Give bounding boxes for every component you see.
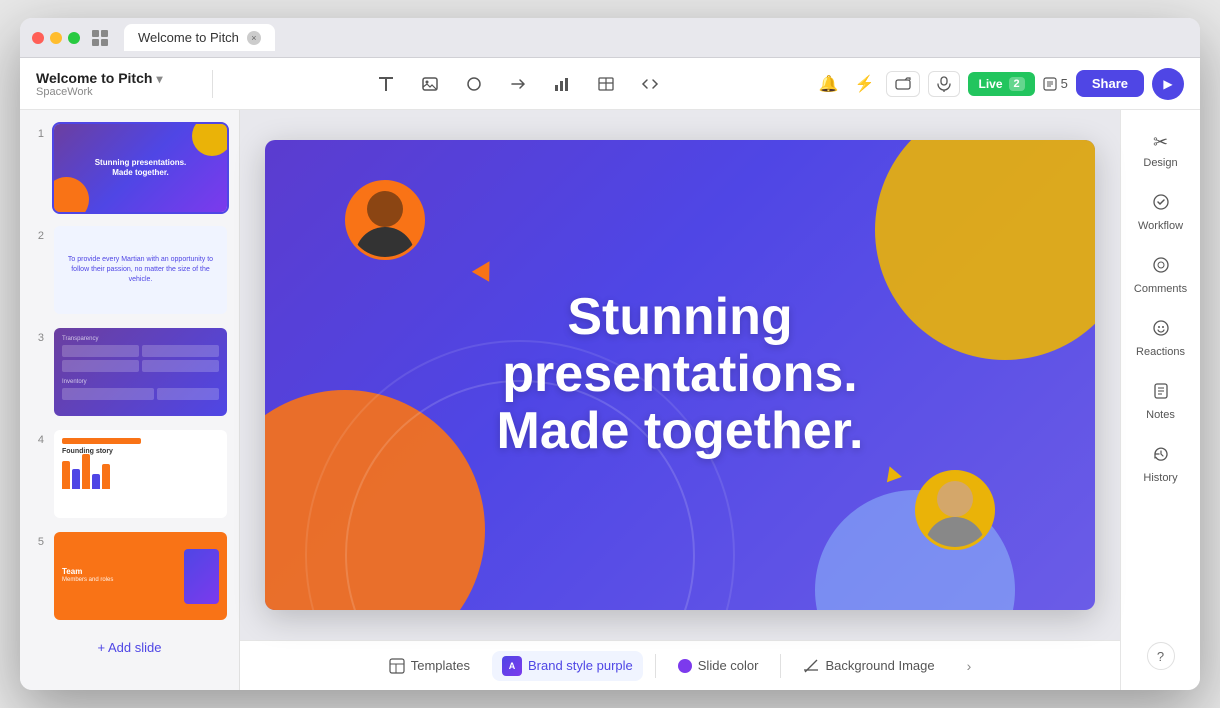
history-panel-button[interactable]: History (1127, 435, 1195, 494)
workflow-icon (1152, 193, 1170, 216)
app-window: Welcome to Pitch × Welcome to Pitch Spac… (20, 18, 1200, 690)
design-panel-button[interactable]: ✂ Design (1127, 122, 1195, 179)
cursor-arrow-2 (882, 464, 902, 483)
title-dropdown-icon[interactable] (156, 70, 162, 86)
canvas-inner: Stunning presentations. Made together. (240, 110, 1120, 640)
slide-num-4: 4 (30, 434, 44, 446)
main-content: 1 Stunning presentations.Made together. … (20, 110, 1200, 690)
right-panel: ✂ Design Workflow Comments Reactions (1120, 110, 1200, 690)
headline-line1: Stunning presentations. Made together. (390, 289, 971, 461)
slide-img-5: Team Members and roles (52, 530, 229, 622)
notes-icon (1152, 382, 1170, 405)
reactions-panel-button[interactable]: Reactions (1127, 309, 1195, 368)
slide-num-3: 3 (30, 332, 44, 344)
slide-img-2: To provide every Martian with an opportu… (52, 224, 229, 316)
live-button[interactable]: Live 2 (968, 72, 1034, 96)
workspace-label: SpaceWork (36, 86, 196, 98)
background-label: Background Image (825, 658, 934, 673)
workflow-label: Workflow (1138, 220, 1183, 232)
more-button[interactable]: › (957, 653, 982, 679)
templates-button[interactable]: Templates (379, 653, 480, 679)
slide-thumb-5[interactable]: 5 Team Members and roles (30, 530, 229, 622)
add-slide-label: + Add slide (98, 640, 162, 655)
slide-num-1: 1 (30, 128, 44, 140)
arrow-insert-icon[interactable] (504, 70, 532, 98)
shape-insert-icon[interactable] (460, 70, 488, 98)
canvas-wrapper: Stunning presentations. Made together. T… (240, 110, 1120, 690)
avatar-2 (915, 470, 995, 550)
active-tab[interactable]: Welcome to Pitch × (124, 24, 275, 51)
design-icon: ✂ (1153, 132, 1168, 153)
bt-divider-1 (655, 654, 656, 678)
minimize-button[interactable] (50, 32, 62, 44)
camera-button[interactable] (886, 71, 920, 97)
help-button[interactable]: ? (1147, 642, 1175, 670)
bolt-icon[interactable]: ⚡ (850, 70, 878, 98)
embed-insert-icon[interactable] (636, 70, 664, 98)
slides-count: 5 (1043, 76, 1068, 91)
brand-style-button[interactable]: A Brand style purple (492, 651, 643, 681)
notes-panel-button[interactable]: Notes (1127, 372, 1195, 431)
reactions-icon (1152, 319, 1170, 342)
traffic-lights (32, 32, 80, 44)
workflow-panel-button[interactable]: Workflow (1127, 183, 1195, 242)
chart-insert-icon[interactable] (548, 70, 576, 98)
slide-headline: Stunning presentations. Made together. (390, 289, 971, 461)
slide-thumb-1[interactable]: 1 Stunning presentations.Made together. (30, 122, 229, 214)
slide-num-5: 5 (30, 536, 44, 548)
brand-dot: A (502, 656, 522, 676)
cursor-arrow-1 (472, 256, 498, 282)
image-insert-icon[interactable] (416, 70, 444, 98)
reactions-label: Reactions (1136, 346, 1185, 358)
slide-img-4: Founding story (52, 428, 229, 520)
add-slide-button[interactable]: + Add slide (30, 632, 229, 663)
toolbar: Welcome to Pitch SpaceWork (20, 58, 1200, 110)
share-button[interactable]: Share (1076, 70, 1144, 97)
slide-thumb-3[interactable]: 3 Transparency Inventory (30, 326, 229, 418)
comments-panel-button[interactable]: Comments (1127, 246, 1195, 305)
slide-thumb-4[interactable]: 4 Founding story (30, 428, 229, 520)
mic-button[interactable] (928, 71, 960, 97)
slide-thumb-2[interactable]: 2 To provide every Martian with an oppor… (30, 224, 229, 316)
slide-color-button[interactable]: Slide color (668, 653, 769, 678)
bt-divider-2 (780, 654, 781, 678)
avatar-1 (345, 180, 425, 260)
toolbar-center (229, 70, 806, 98)
chevron-right-icon: › (967, 658, 972, 674)
slide-panel: 1 Stunning presentations.Made together. … (20, 110, 240, 690)
toolbar-left: Welcome to Pitch SpaceWork (36, 70, 196, 98)
bottom-toolbar: Templates A Brand style purple Slide col… (240, 640, 1120, 690)
comments-label: Comments (1134, 283, 1187, 295)
history-label: History (1143, 472, 1177, 484)
tab-bar: Welcome to Pitch × (124, 24, 275, 51)
notifications-icon[interactable]: 🔔 (814, 70, 842, 98)
design-label: Design (1143, 157, 1177, 169)
live-label: Live (978, 77, 1002, 91)
presentation-title[interactable]: Welcome to Pitch (36, 70, 196, 86)
tab-label: Welcome to Pitch (138, 30, 239, 45)
grid-icon[interactable] (92, 30, 108, 46)
play-button[interactable]: ▶ (1152, 68, 1184, 100)
color-dot (678, 659, 692, 673)
background-button[interactable]: Background Image (793, 653, 944, 679)
slide-canvas[interactable]: Stunning presentations. Made together. (265, 140, 1095, 610)
table-insert-icon[interactable] (592, 70, 620, 98)
templates-label: Templates (411, 658, 470, 673)
slide-img-3: Transparency Inventory (52, 326, 229, 418)
title-bar: Welcome to Pitch × (20, 18, 1200, 58)
slide-color-label: Slide color (698, 658, 759, 673)
close-button[interactable] (32, 32, 44, 44)
live-count: 2 (1009, 77, 1025, 91)
text-insert-icon[interactable] (372, 70, 400, 98)
slide-img-1: Stunning presentations.Made together. (52, 122, 229, 214)
brand-label: Brand style purple (528, 658, 633, 673)
toolbar-right: 🔔 ⚡ Live 2 5 Share ▶ (814, 68, 1184, 100)
notes-label: Notes (1146, 409, 1175, 421)
maximize-button[interactable] (68, 32, 80, 44)
toolbar-divider (212, 70, 213, 98)
comments-icon (1152, 256, 1170, 279)
tab-close-button[interactable]: × (247, 31, 261, 45)
slide-num-2: 2 (30, 230, 44, 242)
history-icon (1152, 445, 1170, 468)
